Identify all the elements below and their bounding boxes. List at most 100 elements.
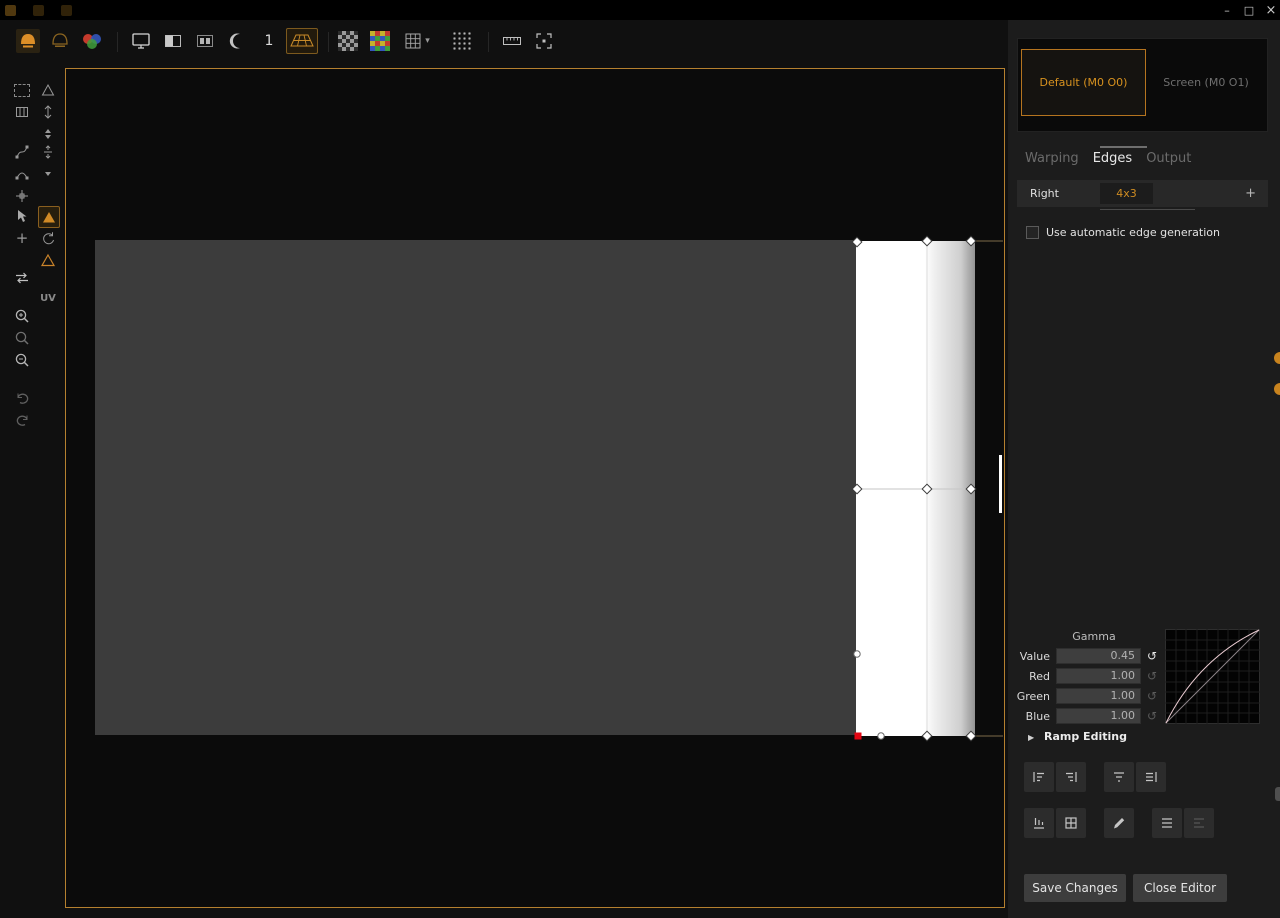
- gamma-curve-graph[interactable]: [1165, 629, 1260, 724]
- gamma-section-title: Gamma: [1028, 630, 1160, 643]
- ramp-left-icon[interactable]: [1024, 762, 1054, 792]
- distribute-vertical-icon[interactable]: [38, 102, 58, 122]
- align-triangle-icon[interactable]: [38, 80, 58, 100]
- bezier-node-2-icon[interactable]: [12, 164, 32, 184]
- moon-icon[interactable]: [225, 29, 249, 53]
- minimize-button[interactable]: –: [1218, 2, 1236, 18]
- checker-color-icon[interactable]: [368, 29, 392, 53]
- ramp-lines-icon[interactable]: [1152, 808, 1182, 838]
- edge-marker[interactable]: [999, 455, 1002, 513]
- ramp-bottom-icon[interactable]: [1024, 808, 1054, 838]
- curve-point[interactable]: [878, 733, 884, 739]
- ramp-right-icon[interactable]: [1056, 762, 1086, 792]
- split-columns-icon[interactable]: [193, 29, 217, 53]
- ramp-center-icon[interactable]: [1104, 762, 1134, 792]
- reset-icon[interactable]: ↺: [1147, 709, 1157, 723]
- main-toolbar: 1 ▾: [0, 20, 1008, 70]
- section-tabs: Warping Edges Output: [1025, 151, 1191, 166]
- ruler-icon[interactable]: [500, 29, 524, 53]
- gamma-green-input[interactable]: 1.00: [1056, 688, 1141, 704]
- save-changes-button[interactable]: Save Changes: [1024, 874, 1126, 902]
- caret-small-icon[interactable]: [38, 164, 58, 184]
- maximize-button[interactable]: □: [1240, 2, 1258, 18]
- edge-value-underline: [1100, 209, 1195, 210]
- tab-edges[interactable]: Edges: [1093, 151, 1133, 166]
- gamma-blue-label: Blue: [1008, 710, 1050, 723]
- edge-side-label: Right: [1030, 187, 1059, 200]
- tab-warping[interactable]: Warping: [1025, 151, 1079, 166]
- grid-dropdown-icon[interactable]: ▾: [400, 29, 434, 53]
- tab-output-screen[interactable]: Screen (M0 O1): [1149, 49, 1263, 116]
- app-icon: [5, 5, 16, 16]
- edge-notification-dot[interactable]: [1274, 352, 1280, 364]
- toolbar-separator: [488, 32, 489, 52]
- warp-mesh-svg[interactable]: [66, 69, 1004, 907]
- curve-point[interactable]: [854, 651, 860, 657]
- titlebar-icon-2: [33, 5, 44, 16]
- swap-arrows-icon[interactable]: [12, 268, 32, 288]
- tab-output[interactable]: Output: [1146, 151, 1191, 166]
- ramp-lines-disabled-icon[interactable]: [1184, 808, 1214, 838]
- auto-edge-checkbox[interactable]: [1026, 226, 1039, 239]
- add-edge-button[interactable]: +: [1245, 186, 1256, 201]
- close-button[interactable]: ×: [1262, 2, 1280, 18]
- edit-pencil-icon[interactable]: [1104, 808, 1134, 838]
- ramp-edge-icon[interactable]: [1136, 762, 1166, 792]
- crosshair-icon[interactable]: [12, 186, 32, 206]
- zoom-out-icon[interactable]: [12, 350, 32, 370]
- perspective-grid-icon[interactable]: [286, 28, 318, 54]
- close-editor-button[interactable]: Close Editor: [1133, 874, 1227, 902]
- expand-arrow-icon[interactable]: ▶: [1028, 733, 1034, 742]
- reset-icon[interactable]: ↺: [1147, 689, 1157, 703]
- titlebar: – □ ×: [0, 0, 1280, 20]
- auto-edge-label: Use automatic edge generation: [1046, 226, 1220, 239]
- split-half-icon[interactable]: [161, 29, 185, 53]
- gamma-blue-input[interactable]: 1.00: [1056, 708, 1141, 724]
- warp-triangle-icon[interactable]: [38, 206, 60, 228]
- tab-output-default[interactable]: Default (M0 O0): [1021, 49, 1146, 116]
- surface-region[interactable]: [95, 240, 858, 735]
- projector-secondary-icon[interactable]: [48, 29, 72, 53]
- ramp-editing-header[interactable]: Ramp Editing: [1044, 730, 1127, 743]
- warning-triangle-icon[interactable]: [38, 250, 58, 270]
- display-icon[interactable]: [129, 29, 153, 53]
- toolbar-separator: [328, 32, 329, 52]
- reset-icon[interactable]: ↺: [1147, 669, 1157, 683]
- editor-canvas[interactable]: [65, 68, 1005, 908]
- uv-label[interactable]: UV: [38, 288, 58, 308]
- edge-handle[interactable]: [1275, 787, 1280, 801]
- tool-sidebar: + UV: [0, 70, 64, 918]
- properties-panel: Default (M0 O0) Screen (M0 O1) Warping E…: [1008, 20, 1280, 918]
- ramp-grid-icon[interactable]: [1056, 808, 1086, 838]
- slot-number[interactable]: 1: [257, 29, 281, 53]
- zoom-in-icon[interactable]: [12, 306, 32, 326]
- zoom-icon[interactable]: [12, 328, 32, 348]
- gamma-green-label: Green: [1008, 690, 1050, 703]
- gamma-red-input[interactable]: 1.00: [1056, 668, 1141, 684]
- chevron-down-icon: ▾: [425, 36, 430, 46]
- edge-notification-dot[interactable]: [1274, 383, 1280, 395]
- bezier-node-icon[interactable]: [12, 142, 32, 162]
- cursor-arrow-icon[interactable]: [12, 206, 32, 226]
- distribute-vertical-2-icon[interactable]: [38, 142, 58, 162]
- gamma-value-input[interactable]: 0.45: [1056, 648, 1141, 664]
- rotate-icon[interactable]: [38, 228, 58, 248]
- dots-pattern-icon[interactable]: [450, 29, 474, 53]
- add-point-icon[interactable]: +: [12, 228, 32, 248]
- gamma-value-label: Value: [1008, 650, 1050, 663]
- checker-gray-icon[interactable]: [336, 29, 360, 53]
- projector-icon[interactable]: [16, 29, 40, 53]
- selected-control-point[interactable]: [855, 733, 862, 740]
- rgb-circles-icon[interactable]: [80, 29, 104, 53]
- reset-icon[interactable]: ↺: [1147, 649, 1157, 663]
- edge-grid-value[interactable]: 4x3: [1100, 183, 1153, 204]
- nudge-icon[interactable]: [38, 124, 58, 144]
- warping-editor-window: – □ × 1: [0, 0, 1280, 918]
- transform-icon[interactable]: [532, 29, 556, 53]
- output-tab-strip: Default (M0 O0) Screen (M0 O1): [1017, 38, 1268, 132]
- redo-icon[interactable]: [12, 410, 32, 430]
- select-rect-icon[interactable]: [12, 80, 32, 100]
- edge-row: Right 4x3 +: [1017, 180, 1268, 207]
- columns-icon[interactable]: [12, 102, 32, 122]
- undo-icon[interactable]: [12, 388, 32, 408]
